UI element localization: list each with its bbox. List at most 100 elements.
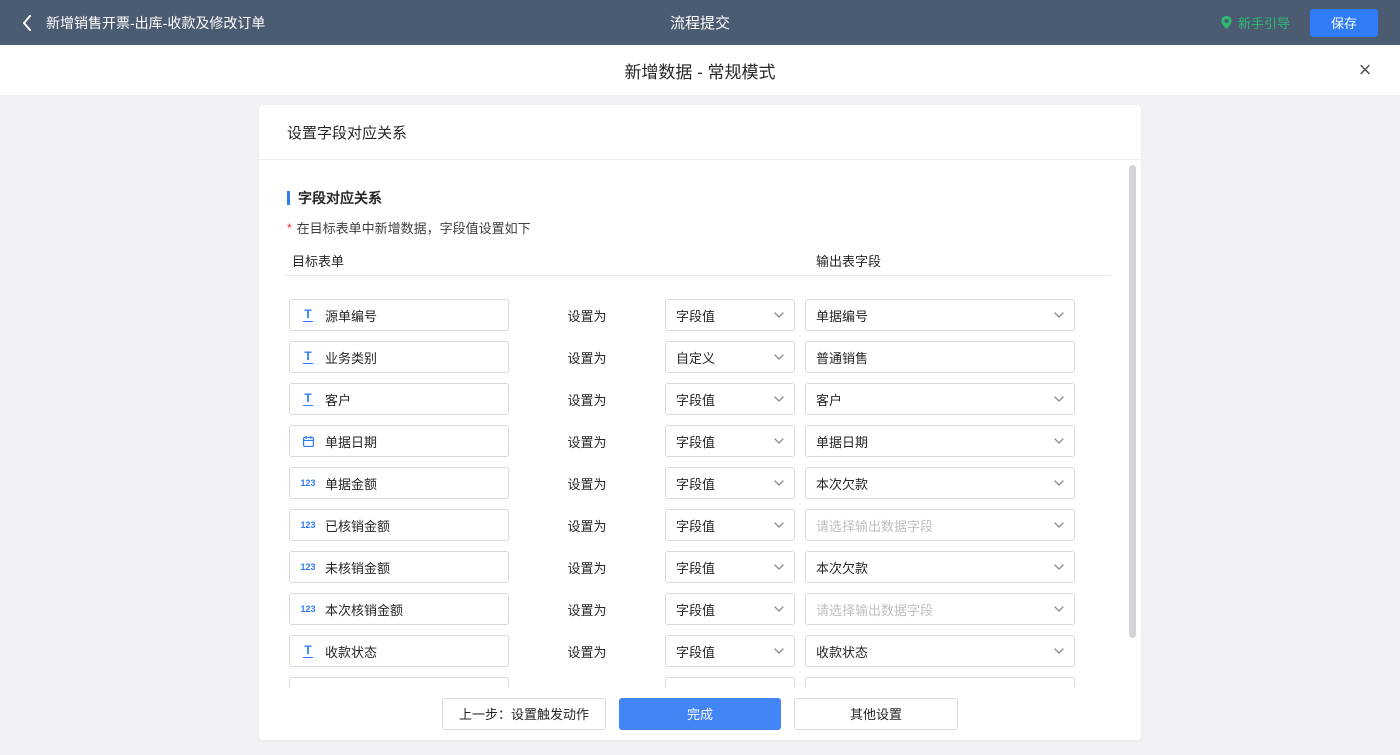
- field-mapping-row: 单据日期设置为字段值单据日期: [289, 425, 1141, 457]
- output-field-select[interactable]: 单据日期: [805, 425, 1075, 457]
- value-mode-select[interactable]: 字段值: [665, 383, 795, 415]
- output-field-select[interactable]: 本次欠款: [805, 551, 1075, 583]
- chevron-down-icon: [774, 438, 784, 444]
- value-mode-select[interactable]: 字段值: [665, 425, 795, 457]
- chevron-down-icon: [1054, 480, 1064, 486]
- chevron-down-icon: [774, 312, 784, 318]
- target-field-box: 123 已核销金额: [289, 509, 509, 541]
- modal-title: 新增数据 - 常规模式: [0, 45, 1400, 95]
- beginner-guide-label: 新手引导: [1238, 13, 1290, 32]
- target-field-box: T业务类别: [289, 341, 509, 373]
- beginner-guide-link[interactable]: 新手引导: [1220, 13, 1290, 32]
- location-pin-icon: [1220, 15, 1233, 30]
- field-mapping-row: 123 本次核销金额 设置为字段值请选择输出数据字段: [289, 593, 1141, 625]
- set-as-label: 设置为: [509, 600, 665, 619]
- chevron-down-icon: [1054, 648, 1064, 654]
- done-button[interactable]: 完成: [619, 698, 781, 730]
- target-field-box: [289, 677, 509, 687]
- output-field-select[interactable]: 单据编号: [805, 299, 1075, 331]
- topbar-right: 新手引导 保存: [1220, 9, 1378, 37]
- output-field-select[interactable]: 普通销售: [805, 341, 1075, 373]
- modal-header: 新增数据 - 常规模式 ×: [0, 45, 1400, 95]
- target-field-box: 123单据金额: [289, 467, 509, 499]
- section-head: 字段对应关系: [287, 188, 1141, 208]
- set-as-label: 设置为: [509, 432, 665, 451]
- output-field-select[interactable]: 本次欠款: [805, 467, 1075, 499]
- section-note: * 在目标表单中新增数据，字段值设置如下: [287, 218, 1141, 237]
- chevron-down-icon: [1054, 522, 1064, 528]
- field-mapping-row: 123 已核销金额 设置为字段值请选择输出数据字段: [289, 509, 1141, 541]
- chevron-down-icon: [774, 606, 784, 612]
- value-mode-select[interactable]: 自定义: [665, 341, 795, 373]
- value-mode-select[interactable]: 字段值: [665, 509, 795, 541]
- text-field-icon: T: [300, 308, 316, 322]
- number-field-icon: 123: [300, 604, 316, 614]
- number-field-icon: 123: [300, 562, 316, 572]
- value-mode-select[interactable]: 字段值: [665, 299, 795, 331]
- set-as-label: 设置为: [509, 348, 665, 367]
- save-button[interactable]: 保存: [1310, 9, 1378, 37]
- target-field-label: 收款状态: [325, 642, 377, 661]
- set-as-label: 设置为: [509, 306, 665, 325]
- back-button[interactable]: [22, 15, 32, 31]
- target-field-label: 单据日期: [325, 432, 377, 451]
- output-field-select[interactable]: 客户: [805, 383, 1075, 415]
- workflow-title: 新增销售开票-出库-收款及修改订单: [46, 13, 265, 33]
- text-field-icon: T: [300, 644, 316, 658]
- section-title: 字段对应关系: [298, 188, 382, 208]
- value-mode-select[interactable]: 字段值: [665, 635, 795, 667]
- output-field-select[interactable]: 请选择输出数据字段: [805, 593, 1075, 625]
- field-mapping-row: T 源单编号 设置为字段值单据编号: [289, 299, 1141, 331]
- value-mode-select[interactable]: 字段值: [665, 467, 795, 499]
- set-as-label: 设置为: [509, 474, 665, 493]
- target-field-label: 已核销金额: [325, 516, 390, 535]
- output-field-select[interactable]: [805, 677, 1075, 687]
- field-mapping-row-partial: [289, 677, 1141, 687]
- target-field-label: 客户: [325, 390, 351, 409]
- divider: [284, 275, 1111, 276]
- value-mode-select[interactable]: 字段值: [665, 551, 795, 583]
- chevron-down-icon: [774, 396, 784, 402]
- other-settings-button[interactable]: 其他设置: [794, 698, 958, 730]
- chevron-down-icon: [774, 522, 784, 528]
- field-mapping-card: 设置字段对应关系 字段对应关系 * 在目标表单中新增数据，字段值设置如下 目标表…: [259, 105, 1141, 740]
- column-header-output-fields: 输出表字段: [816, 251, 881, 270]
- chevron-down-icon: [1054, 312, 1064, 318]
- field-mapping-row: 123单据金额设置为字段值本次欠款: [289, 467, 1141, 499]
- value-mode-select[interactable]: [665, 677, 795, 687]
- value-mode-select[interactable]: 字段值: [665, 593, 795, 625]
- card-footer: 上一步：设置触发动作 完成 其他设置: [259, 687, 1141, 740]
- top-bar: 新增销售开票-出库-收款及修改订单 流程提交 新手引导 保存: [0, 0, 1400, 45]
- column-header-target-form: 目标表单: [292, 254, 344, 269]
- set-as-label: 设置为: [509, 558, 665, 577]
- target-field-label: 业务类别: [325, 348, 377, 367]
- field-mapping-row: 123未核销金额设置为字段值本次欠款: [289, 551, 1141, 583]
- number-field-icon: 123: [300, 520, 316, 530]
- chevron-down-icon: [1054, 396, 1064, 402]
- required-mark: *: [287, 221, 292, 235]
- card-content: 字段对应关系 * 在目标表单中新增数据，字段值设置如下 目标表单 输出表字段 T…: [259, 160, 1141, 687]
- chevron-down-icon: [1054, 438, 1064, 444]
- target-field-box: T 客户: [289, 383, 509, 415]
- output-field-select[interactable]: 收款状态: [805, 635, 1075, 667]
- field-mapping-row: T收款状态设置为字段值收款状态: [289, 635, 1141, 667]
- target-field-label: 源单编号: [325, 306, 377, 325]
- target-field-label: 单据金额: [325, 474, 377, 493]
- chevron-down-icon: [1054, 564, 1064, 570]
- field-mapping-row: T客户设置为字段值客户: [289, 383, 1141, 415]
- chevron-left-icon: [22, 15, 32, 31]
- field-mapping-rows: T源单编号设置为字段值单据编号T业务类别设置为自定义普通销售T客户设置为字段值客…: [289, 299, 1141, 687]
- target-field-label: 本次核销金额: [325, 600, 403, 619]
- set-as-label: 设置为: [509, 516, 665, 535]
- scrollbar[interactable]: [1129, 165, 1136, 638]
- output-field-select[interactable]: 请选择输出数据字段: [805, 509, 1075, 541]
- chevron-down-icon: [774, 354, 784, 360]
- section-note-text: 在目标表单中新增数据，字段值设置如下: [297, 218, 531, 237]
- set-as-label: 设置为: [509, 642, 665, 661]
- prev-step-button[interactable]: 上一步：设置触发动作: [442, 698, 606, 730]
- text-field-icon: T: [300, 392, 316, 406]
- chevron-down-icon: [774, 648, 784, 654]
- chevron-down-icon: [774, 480, 784, 486]
- close-icon[interactable]: ×: [1350, 55, 1380, 85]
- date-field-icon: [300, 435, 316, 448]
